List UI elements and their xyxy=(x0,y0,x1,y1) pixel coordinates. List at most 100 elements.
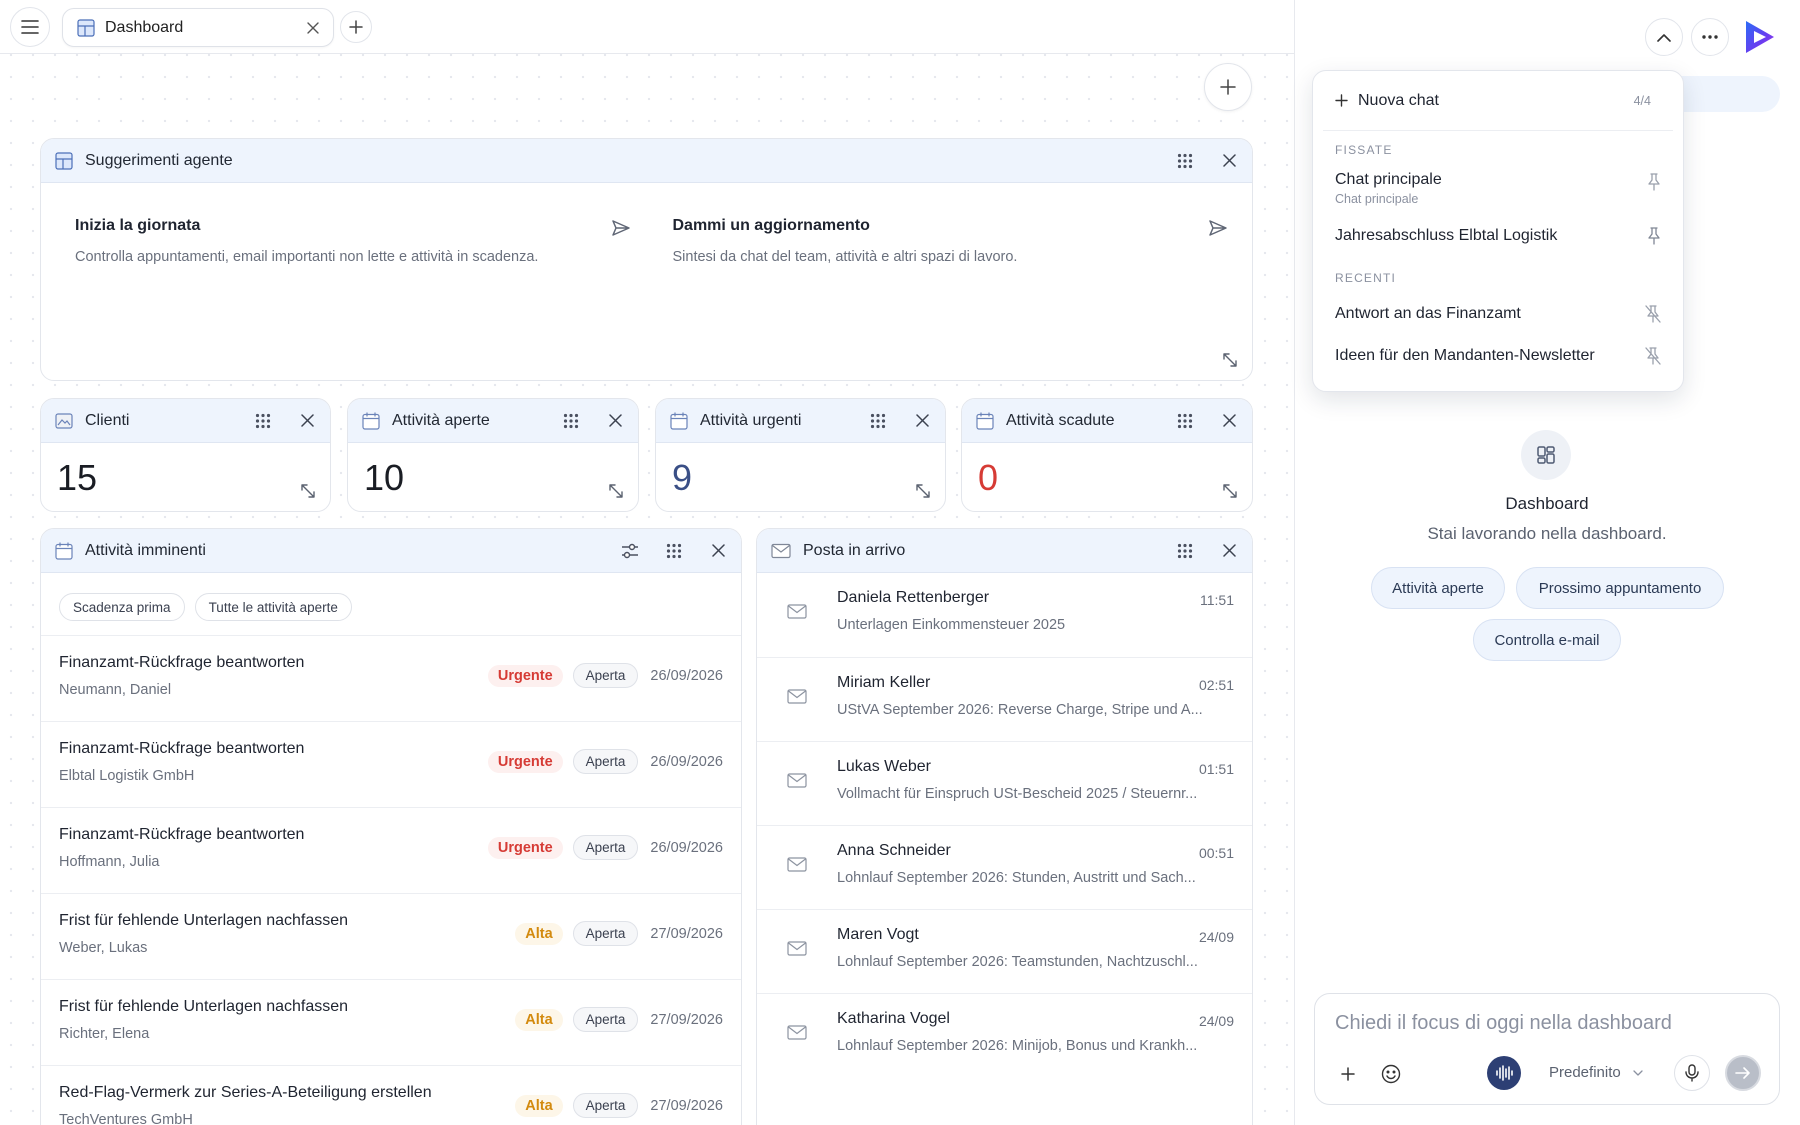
widget-title: Attività aperte xyxy=(392,411,490,429)
resize-icon[interactable] xyxy=(1222,483,1238,499)
task-row[interactable]: Finanzamt-Rückfrage beantworten Neumann, … xyxy=(41,635,741,721)
drag-handle-icon[interactable] xyxy=(1176,412,1194,430)
mail-row[interactable]: Lukas Weber 01:51 Vollmacht für Einspruch … xyxy=(757,741,1252,825)
envelope-icon xyxy=(787,689,807,704)
emoji-icon[interactable] xyxy=(1381,1064,1401,1084)
close-icon[interactable] xyxy=(298,412,316,430)
dashboard-context-icon xyxy=(1521,430,1571,480)
task-row[interactable]: Red-Flag-Vermerk zur Series-A-Beteiligun… xyxy=(41,1065,741,1125)
suggestion-card[interactable]: Inizia la giornata Controlla appuntament… xyxy=(57,203,639,284)
resize-icon[interactable] xyxy=(300,483,316,499)
attach-plus-icon[interactable] xyxy=(1341,1067,1355,1081)
chat-composer[interactable]: Chiedi il focus di oggi nella dashboard … xyxy=(1314,993,1780,1105)
tab-dashboard[interactable]: Dashboard xyxy=(62,8,334,47)
filter-chip-deadline[interactable]: Scadenza prima xyxy=(59,593,185,621)
mail-sender: Katharina Vogel xyxy=(837,1010,950,1027)
suggestion-title: Dammi un aggiornamento xyxy=(672,217,870,234)
envelope-icon xyxy=(787,941,807,956)
resize-icon[interactable] xyxy=(1222,352,1238,368)
plus-icon xyxy=(349,20,363,34)
mail-row[interactable]: Katharina Vogel 24/09 Lohnlauf September 2… xyxy=(757,993,1252,1077)
collapse-button[interactable] xyxy=(1645,18,1683,56)
mail-subject: Vollmacht für Einspruch USt-Bescheid 202… xyxy=(837,786,1198,802)
widget-header: Attività imminenti xyxy=(41,529,741,573)
pin-icon[interactable] xyxy=(1647,173,1661,191)
widget-title: Attività urgenti xyxy=(700,411,802,429)
add-widget-button[interactable] xyxy=(1204,63,1252,111)
close-icon[interactable] xyxy=(1220,542,1238,560)
close-tab-icon[interactable] xyxy=(307,21,319,34)
chat-item[interactable]: Ideen für den Mandanten-Newsletter xyxy=(1313,347,1683,369)
mail-sender: Anna Schneider xyxy=(837,842,951,859)
new-chat-button[interactable]: Nuova chat 4/4 xyxy=(1323,71,1673,131)
send-icon[interactable] xyxy=(611,219,631,237)
chevron-down-icon[interactable] xyxy=(1633,1070,1643,1076)
inbox-widget: Posta in arrivo Daniela Rettenberger 11:5… xyxy=(756,528,1253,1125)
drag-handle-icon[interactable] xyxy=(1176,152,1194,170)
recent-section-label: RECENTI xyxy=(1335,271,1397,285)
new-tab-button[interactable] xyxy=(340,11,372,43)
microphone-icon[interactable] xyxy=(1674,1055,1710,1091)
quick-action-check-email[interactable]: Controlla e-mail xyxy=(1473,619,1621,661)
send-icon[interactable] xyxy=(1208,219,1228,237)
mail-row[interactable]: Daniela Rettenberger 11:51 Unterlagen Eink… xyxy=(757,573,1252,657)
chat-name: Antwort an das Finanzamt xyxy=(1335,305,1521,322)
mail-time: 01:51 xyxy=(1198,761,1234,777)
task-row[interactable]: Frist für fehlende Unterlagen nachfassen… xyxy=(41,893,741,979)
calendar-icon xyxy=(55,541,73,560)
drag-handle-icon[interactable] xyxy=(562,412,580,430)
mail-row[interactable]: Maren Vogt 24/09 Lohnlauf September 2026: … xyxy=(757,909,1252,993)
close-icon[interactable] xyxy=(606,412,624,430)
due-date: 27/09/2026 xyxy=(650,1097,723,1114)
quick-action-next-appointment[interactable]: Prossimo appuntamento xyxy=(1516,567,1724,609)
suggestion-card[interactable]: Dammi un aggiornamento Sintesi da chat d… xyxy=(655,203,1237,284)
chat-item[interactable]: Antwort an das Finanzamt xyxy=(1313,305,1683,327)
priority-badge: Alta xyxy=(515,1008,563,1031)
agent-context-subtitle: Stai lavorando nella dashboard. xyxy=(1427,524,1667,543)
drag-handle-icon[interactable] xyxy=(869,412,887,430)
quick-action-open-tasks[interactable]: Attività aperte xyxy=(1371,567,1505,609)
widget-title: Posta in arrivo xyxy=(803,541,906,559)
resize-icon[interactable] xyxy=(608,483,624,499)
task-row[interactable]: Finanzamt-Rückfrage beantworten Elbtal Lo… xyxy=(41,721,741,807)
mail-row[interactable]: Miriam Keller 02:51 UStVA September 2026: … xyxy=(757,657,1252,741)
close-icon[interactable] xyxy=(1220,152,1238,170)
due-date: 26/09/2026 xyxy=(650,839,723,856)
chat-item[interactable]: Jahresabschluss Elbtal Logistik xyxy=(1313,227,1683,249)
unpin-icon[interactable] xyxy=(1645,347,1661,365)
new-chat-label: Nuova chat xyxy=(1358,91,1439,109)
voice-mode-icon[interactable] xyxy=(1487,1056,1521,1090)
menu-button[interactable] xyxy=(10,7,50,47)
envelope-icon xyxy=(787,773,807,788)
model-select[interactable]: Predefinito xyxy=(1549,1064,1621,1081)
task-row[interactable]: Frist für fehlende Unterlagen nachfassen… xyxy=(41,979,741,1065)
task-row[interactable]: Finanzamt-Rückfrage beantworten Hoffmann,… xyxy=(41,807,741,893)
due-date: 26/09/2026 xyxy=(650,667,723,684)
app-logo-icon xyxy=(1742,18,1778,56)
chat-name: Ideen für den Mandanten-Newsletter xyxy=(1335,347,1595,364)
send-button-icon[interactable] xyxy=(1725,1055,1761,1091)
close-icon[interactable] xyxy=(1220,412,1238,430)
drag-handle-icon[interactable] xyxy=(665,542,683,560)
filter-chip-all-open[interactable]: Tutte le attività aperte xyxy=(194,593,352,621)
hamburger-icon xyxy=(21,20,39,34)
mail-row[interactable]: Anna Schneider 00:51 Lohnlauf September 20… xyxy=(757,825,1252,909)
resize-icon[interactable] xyxy=(915,483,931,499)
close-icon[interactable] xyxy=(709,542,727,560)
clients-icon xyxy=(55,412,73,429)
status-badge: Aperta xyxy=(572,835,639,860)
drag-handle-icon[interactable] xyxy=(254,412,272,430)
chat-input[interactable]: Chiedi il focus di oggi nella dashboard xyxy=(1335,1012,1672,1035)
suggestions-widget: Suggerimenti agente Inizia la giornata C… xyxy=(40,138,1253,381)
calendar-icon xyxy=(670,411,688,430)
mail-sender: Miriam Keller xyxy=(837,674,931,691)
chat-name: Chat principale xyxy=(1335,171,1442,188)
filter-icon[interactable] xyxy=(621,542,639,560)
pin-icon[interactable] xyxy=(1647,227,1661,245)
drag-handle-icon[interactable] xyxy=(1176,542,1194,560)
close-icon[interactable] xyxy=(913,412,931,430)
mail-subject: Lohnlauf September 2026: Stunden, Austri… xyxy=(837,870,1196,886)
more-button[interactable] xyxy=(1691,18,1729,56)
chat-item[interactable]: Chat principale Chat principale xyxy=(1313,171,1683,211)
unpin-icon[interactable] xyxy=(1645,305,1661,323)
